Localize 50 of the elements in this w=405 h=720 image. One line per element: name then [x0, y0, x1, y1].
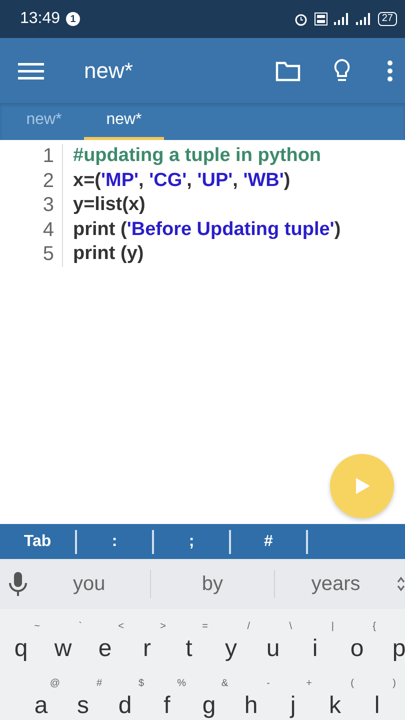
suggestion-chip[interactable]: by	[151, 567, 274, 601]
line-number: 5	[0, 242, 63, 266]
signal-icon	[356, 13, 372, 25]
code-line: #updating a tuple in python	[73, 144, 322, 168]
more-options-icon[interactable]	[387, 58, 393, 82]
keyboard-key[interactable]: y /	[210, 613, 252, 670]
menu-button[interactable]	[18, 60, 44, 80]
expand-icon[interactable]	[396, 574, 405, 594]
microphone-icon[interactable]	[8, 571, 28, 597]
code-line: print ('Before Updating tuple')	[73, 218, 341, 242]
code-line: print (y)	[73, 242, 144, 266]
file-title: new*	[84, 58, 134, 84]
symbol-key[interactable]: #	[231, 530, 308, 554]
clock-time: 13:49	[20, 10, 60, 28]
line-number: 2	[0, 168, 63, 193]
keyboard-key[interactable]: r >	[126, 613, 168, 670]
keyboard-key[interactable]: s #	[62, 670, 104, 720]
keyboard-key[interactable]: k (	[314, 670, 356, 720]
line-number: 3	[0, 193, 63, 218]
keyboard-key[interactable]: u \	[252, 613, 294, 670]
keyboard-key[interactable]: w `	[42, 613, 84, 670]
keyboard-key[interactable]: j +	[272, 670, 314, 720]
keyboard-key[interactable]: q ~	[0, 613, 42, 670]
keyboard-key[interactable]: h -	[230, 670, 272, 720]
folder-icon[interactable]	[275, 60, 301, 82]
code-line: y=list(x)	[73, 193, 146, 217]
keyboard-key[interactable]: a @	[20, 670, 62, 720]
keyboard-key[interactable]: o {	[336, 613, 378, 670]
symbol-key[interactable]: ;	[154, 530, 231, 554]
keyboard-key[interactable]: l )	[356, 670, 398, 720]
battery-level: 27	[378, 12, 397, 26]
file-tab[interactable]: new*	[84, 103, 164, 140]
keyboard-key[interactable]: i |	[294, 613, 336, 670]
keyboard-key[interactable]: d $	[104, 670, 146, 720]
symbol-key[interactable]: Tab	[0, 530, 77, 554]
notification-badge: 1	[66, 12, 80, 26]
symbol-key[interactable]: :	[77, 530, 154, 554]
keyboard-key[interactable]: t =	[168, 613, 210, 670]
suggestion-chip[interactable]: you	[28, 567, 150, 601]
signal-icon	[334, 13, 350, 25]
line-number: 1	[0, 144, 63, 168]
keyboard-key[interactable]: g &	[188, 670, 230, 720]
keyboard-key[interactable]: e <	[84, 613, 126, 670]
alarm-clock-icon	[294, 12, 308, 26]
line-number: 4	[0, 218, 63, 242]
keyboard-key[interactable]: p	[378, 613, 405, 670]
lightbulb-icon[interactable]	[333, 58, 351, 84]
suggestion-chip[interactable]: years	[274, 567, 397, 601]
code-line: x=('MP', 'CG', 'UP', 'WB')	[73, 168, 290, 192]
keyboard-key[interactable]: f %	[146, 670, 188, 720]
